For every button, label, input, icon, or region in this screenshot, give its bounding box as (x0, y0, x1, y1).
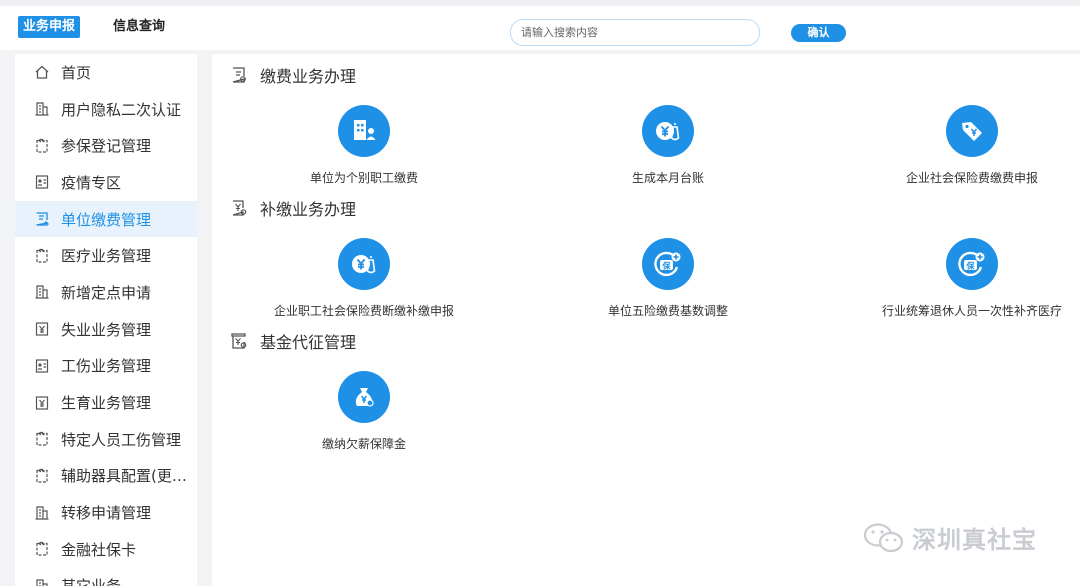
sidebar-item-label: 新增定点申请 (61, 283, 152, 302)
sidebar-item-label: 医疗业务管理 (61, 247, 152, 266)
sidebar-item-label: 首页 (61, 63, 92, 82)
sidebar-item-label: 金融社保卡 (61, 540, 137, 559)
tile-label: 单位五险缴费基数调整 (607, 304, 728, 318)
sidebar-item-label: 疫情专区 (61, 173, 122, 192)
sidebar-item-financial-card[interactable]: 金融社保卡 (15, 531, 197, 568)
clipboard-icon (33, 540, 51, 558)
sidebar: 首页 用户隐私二次认证 参保登记管理 疫情专区 单位缴费管理 医疗业务管理 新增… (15, 54, 197, 586)
id-card-icon (33, 357, 51, 375)
sidebar-item-privacy-auth[interactable]: 用户隐私二次认证 (15, 91, 197, 128)
sidebar-item-special-injury[interactable]: 特定人员工伤管理 (15, 421, 197, 458)
confirm-button[interactable]: 确认 (791, 24, 846, 42)
tile-label: 企业职工社会保险费断缴补缴申报 (273, 304, 454, 318)
home-icon (33, 63, 51, 81)
top-bar: 业务申报 信息查询 确认 (0, 0, 1080, 50)
watermark-text: 深圳真社宝 (912, 526, 1037, 554)
section-supplement-title: 补缴业务办理 (230, 196, 356, 220)
sidebar-item-enrollment[interactable]: 参保登记管理 (15, 127, 197, 164)
search-input[interactable] (510, 19, 760, 46)
sidebar-item-label: 辅助器具配置(更换... (61, 467, 197, 486)
main-panel: 缴费业务办理 单位为个别职工缴费 生成本月台账 企业社会保险费缴费申报 补缴业务… (212, 54, 1080, 586)
sidebar-item-work-injury[interactable]: 工伤业务管理 (15, 348, 197, 385)
sidebar-item-unit-payment[interactable]: 单位缴费管理 (15, 200, 197, 238)
section-payment-title: 缴费业务办理 (230, 63, 356, 87)
yen-tag-icon (946, 105, 998, 157)
sidebar-item-new-designated[interactable]: 新增定点申请 (15, 274, 197, 311)
svg-text:保: 保 (662, 261, 672, 271)
tile-base-adjustment[interactable]: 保 单位五险缴费基数调整 (548, 238, 788, 319)
tile-arrears-supplement[interactable]: 企业职工社会保险费断缴补缴申报 (244, 238, 484, 319)
section-fund-title: 基金代征管理 (230, 329, 356, 353)
tile-retiree-medical[interactable]: 保 行业统筹退休人员一次性补齐医疗 (852, 238, 1080, 319)
sidebar-item-label: 工伤业务管理 (61, 357, 152, 376)
clipboard-icon (33, 247, 51, 265)
tile-label: 生成本月台账 (631, 171, 704, 185)
form-icon (230, 66, 248, 84)
tile-label: 缴纳欠薪保障金 (321, 437, 406, 451)
sidebar-item-assistive-devices[interactable]: 辅助器具配置(更换... (15, 458, 197, 495)
sidebar-item-other[interactable]: 其它业务 (15, 568, 197, 586)
yen-doc-icon (230, 332, 248, 350)
building-icon (33, 100, 51, 118)
tab-info-query[interactable]: 信息查询 (113, 16, 165, 38)
clipboard-icon (33, 137, 51, 155)
yen-doc-icon (33, 394, 51, 412)
tile-enterprise-declaration[interactable]: 企业社会保险费缴费申报 (852, 105, 1080, 186)
sidebar-item-home[interactable]: 首页 (15, 54, 197, 91)
sidebar-item-label: 生育业务管理 (61, 394, 152, 413)
tile-monthly-ledger[interactable]: 生成本月台账 (548, 105, 788, 186)
sidebar-item-medical[interactable]: 医疗业务管理 (15, 237, 197, 274)
sidebar-item-label: 其它业务 (61, 575, 121, 586)
sidebar-item-label: 特定人员工伤管理 (61, 430, 182, 449)
tile-label: 行业统筹退休人员一次性补齐医疗 (881, 304, 1062, 318)
sidebar-item-maternity[interactable]: 生育业务管理 (15, 384, 197, 421)
building-person-icon (338, 105, 390, 157)
svg-text:保: 保 (966, 261, 976, 271)
watermark: 深圳真社宝 (862, 520, 1037, 555)
sidebar-item-label: 失业业务管理 (61, 320, 152, 339)
insurance-add-icon: 保 (642, 238, 694, 290)
sidebar-item-label: 参保登记管理 (61, 137, 152, 156)
tile-label: 企业社会保险费缴费申报 (905, 171, 1038, 185)
yen-doc-icon (33, 320, 51, 338)
insurance-add-icon: 保 (946, 238, 998, 290)
tile-label: 单位为个别职工缴费 (309, 171, 418, 185)
tile-wage-guarantee[interactable]: 缴纳欠薪保障金 (244, 371, 484, 452)
wechat-icon (863, 522, 904, 552)
clipboard-icon (33, 467, 51, 485)
sidebar-item-unemployment[interactable]: 失业业务管理 (15, 311, 197, 348)
yen-bag-icon (642, 105, 694, 157)
sidebar-item-label: 单位缴费管理 (61, 210, 152, 229)
clipboard-icon (33, 430, 51, 448)
tile-individual-payment[interactable]: 单位为个别职工缴费 (244, 105, 484, 186)
form-icon (33, 210, 51, 228)
sidebar-item-epidemic[interactable]: 疫情专区 (15, 164, 197, 201)
yen-bag-icon (338, 238, 390, 290)
building-icon (33, 577, 51, 586)
money-bag-icon (338, 371, 390, 423)
tab-business-declaration[interactable]: 业务申报 (18, 16, 81, 38)
sidebar-item-label: 用户隐私二次认证 (61, 100, 182, 119)
sidebar-item-label: 转移申请管理 (61, 504, 152, 523)
yen-doc-icon (230, 199, 248, 217)
building-icon (33, 283, 51, 301)
building-icon (33, 504, 51, 522)
sidebar-item-transfer[interactable]: 转移申请管理 (15, 494, 197, 531)
id-card-icon (33, 173, 51, 191)
